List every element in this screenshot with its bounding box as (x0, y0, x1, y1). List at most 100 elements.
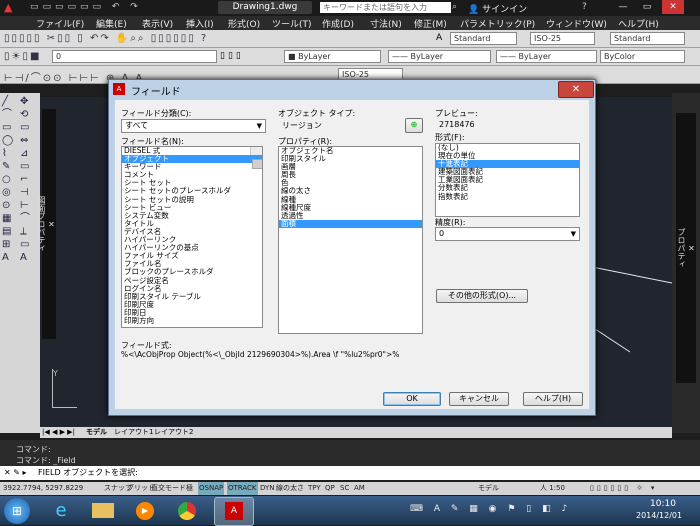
list-item[interactable]: 印刷スタイル (279, 154, 422, 163)
menu-insert[interactable]: 挿入(I) (186, 17, 214, 30)
menu-file[interactable]: ファイル(F) (36, 17, 84, 30)
minimize-button[interactable]: — (612, 0, 634, 14)
status-tpy[interactable]: TPY (308, 482, 321, 495)
draw-tools-icons[interactable]: ╱ ⌒ ▭ ◯ ⌇ ✎ ○ ◎ ⊙ ▦ ▤ ⊞ A (2, 95, 18, 264)
status-tray-icons[interactable]: ▯▯▯▯▯▯ ☼ ▾ (590, 482, 657, 495)
menu-view[interactable]: 表示(V) (142, 17, 173, 30)
menu-modify[interactable]: 修正(M) (414, 17, 447, 30)
menu-format[interactable]: 形式(O) (228, 17, 260, 30)
status-sc[interactable]: SC (340, 482, 349, 495)
tab-model[interactable]: モデル (86, 427, 107, 438)
keyword-search-input[interactable]: キーワードまたは語句を入力 (320, 2, 451, 13)
close-button[interactable]: ✕ (662, 0, 684, 14)
quick-access-toolbar[interactable]: ▭▭▭▭▭▭ ↶ ↷ (30, 2, 142, 12)
status-am[interactable]: AM (354, 482, 365, 495)
system-tray-icons[interactable]: ⌨ A ✎ ▦ ◉ ⚑ ▯ ◧ ♪ (410, 504, 571, 514)
autocad-taskbar-icon[interactable]: A (214, 497, 254, 526)
menu-edit[interactable]: 編集(E) (96, 17, 127, 30)
list-item[interactable]: 印刷方向 (122, 316, 262, 325)
scrollbar-thumb[interactable] (252, 159, 262, 170)
menu-dimension[interactable]: 寸法(N) (370, 17, 402, 30)
clock-date[interactable]: 2014/12/01 (636, 511, 682, 520)
application-title-bar: ▲ ▭▭▭▭▭▭ ↶ ↷ Drawing1.dwg キーワードまたは語句を入力 … (0, 0, 700, 16)
cancel-button[interactable]: キャンセル (449, 392, 509, 406)
menu-help[interactable]: ヘルプ(H) (618, 17, 659, 30)
list-item-selected[interactable]: 面積 (279, 219, 422, 228)
dialog-title-bar[interactable]: A フィールド ✕ (109, 80, 595, 98)
help-button[interactable]: ヘルプ(H) (523, 392, 583, 406)
internet-explorer-icon[interactable]: e (42, 497, 80, 524)
property-list[interactable]: オブジェクト名 印刷スタイル 画層 周長 色 線の太さ 線種 線種尺度 透過性 … (278, 146, 423, 334)
layer-select[interactable]: 0 (52, 50, 217, 63)
search-icon[interactable]: ⌕ (452, 2, 457, 12)
file-explorer-icon[interactable] (84, 497, 122, 524)
text-style-icon: A (436, 33, 443, 43)
list-item[interactable]: 指数表記 (436, 192, 579, 201)
tab-layout1[interactable]: レイアウト1 (114, 427, 153, 438)
layout-tabs: |◀ ◀ ▶ ▶| モデル レイアウト1 レイアウト2 (40, 427, 672, 438)
properties-palette-label: プロパティ (677, 228, 686, 268)
ucs-icon: Y (52, 369, 77, 408)
properties-close-icon[interactable]: ✕ (687, 244, 696, 253)
command-history-line: コマンド: (16, 445, 51, 454)
autocad-logo-icon[interactable]: ▲ (4, 1, 12, 14)
plotstyle-select[interactable]: ByColor (600, 50, 685, 63)
format-list[interactable]: (なし) 現在の単位 十進表記 建築図面表記 工業図面表記 分数表記 指数表記 (435, 143, 580, 217)
field-category-select[interactable]: すべて ▼ (121, 119, 266, 133)
menu-draw[interactable]: 作成(D) (322, 17, 354, 30)
media-player-icon[interactable]: ▶ (126, 497, 164, 524)
command-tool-icon[interactable]: ✕ ✎ ▸ (4, 466, 27, 480)
command-prompt: FIELD オブジェクトを選択: (38, 468, 138, 477)
list-item[interactable]: 線の太さ (279, 187, 422, 195)
table-style-select[interactable]: Standard (610, 32, 685, 45)
field-names-list[interactable]: DIESEL 式 オブジェクト キーワード コメント シート セット シート セ… (121, 146, 263, 328)
menu-tools[interactable]: ツール(T) (272, 17, 312, 30)
standard-toolbar: ▯▯▯▯▯ ✂▯▯ ▯ ↶↷ ✋⌕⌕ ▯▯▯▯▯▯ ? A Standard I… (0, 30, 700, 48)
select-object-button[interactable]: ⊕ (405, 118, 423, 133)
help-icon[interactable]: ? (582, 2, 587, 12)
status-model[interactable]: モデル (478, 482, 499, 495)
standard-toolbar-icons[interactable]: ▯▯▯▯▯ ✂▯▯ ▯ ↶↷ ✋⌕⌕ ▯▯▯▯▯▯ ? (4, 33, 208, 44)
tab-layout2[interactable]: レイアウト2 (154, 427, 193, 438)
list-item[interactable]: 周長 (279, 171, 422, 179)
tab-nav-arrows[interactable]: |◀ ◀ ▶ ▶| (42, 427, 75, 438)
status-qp[interactable]: QP (325, 482, 335, 495)
status-osnap[interactable]: OSNAP (198, 482, 225, 495)
annotation-scale[interactable]: 人 1:50 (540, 482, 565, 495)
object-type-label: オブジェクト タイプ: (278, 109, 356, 118)
layer-tools-icons[interactable]: ▯☀▯■ (4, 51, 41, 62)
clock-time[interactable]: 10:10 (650, 499, 676, 509)
names-scrollbar[interactable] (250, 147, 262, 170)
text-style-select[interactable]: Standard (450, 32, 517, 45)
command-line[interactable]: ✕ ✎ ▸ FIELD オブジェクトを選択: (0, 466, 700, 480)
preview-label: プレビュー: (435, 109, 478, 118)
properties-palette-strip[interactable]: ✕ プロパティ (672, 93, 700, 433)
list-item[interactable]: 画層 (279, 163, 422, 171)
lineweight-select[interactable]: —— ByLayer (496, 50, 597, 63)
ok-button[interactable]: OK (383, 392, 441, 406)
field-category-label: フィールド分類(C): (121, 109, 192, 118)
chevron-down-icon: ▼ (256, 122, 262, 130)
modify-tools-icons[interactable]: ✥ ⟲ ▭ ⇔ ⊿ ▭ ⌐ ⊣ ⊢ ⌒ ⟂ ▭ A (20, 95, 36, 264)
menu-parametric[interactable]: パラメトリック(P) (460, 17, 535, 30)
dim-style-select[interactable]: ISO-25 (530, 32, 595, 45)
color-select[interactable]: ■ ByLayer (284, 50, 381, 63)
status-lineweight[interactable]: 線の太さ (276, 482, 304, 495)
other-format-button[interactable]: その他の形式(O)... (436, 289, 528, 303)
status-polar[interactable]: 極 (186, 482, 193, 495)
chrome-icon[interactable] (168, 497, 206, 524)
sign-in-button[interactable]: 👤 サインイン (468, 2, 527, 15)
precision-select[interactable]: 0 ▼ (435, 227, 580, 241)
list-item[interactable]: 透過性 (279, 211, 422, 220)
start-button[interactable]: ⊞ (4, 498, 30, 524)
coordinates-readout[interactable]: 3922.7794, 5297.8229 (3, 482, 83, 495)
layer-state-icons[interactable]: ▯▯▯ (220, 51, 244, 61)
status-dyn[interactable]: DYN (260, 482, 275, 495)
status-otrack[interactable]: OTRACK (227, 482, 258, 495)
menu-window[interactable]: ウィンドウ(W) (546, 17, 607, 30)
linetype-select[interactable]: —— ByLayer (388, 50, 491, 63)
dialog-close-button[interactable]: ✕ (558, 81, 594, 98)
status-ortho[interactable]: 直交モード (151, 482, 186, 495)
dialog-body: フィールド分類(C): すべて ▼ フィールド名(N): DIESEL 式 オブジ… (115, 100, 589, 409)
maximize-button[interactable]: ▭ (636, 0, 658, 14)
